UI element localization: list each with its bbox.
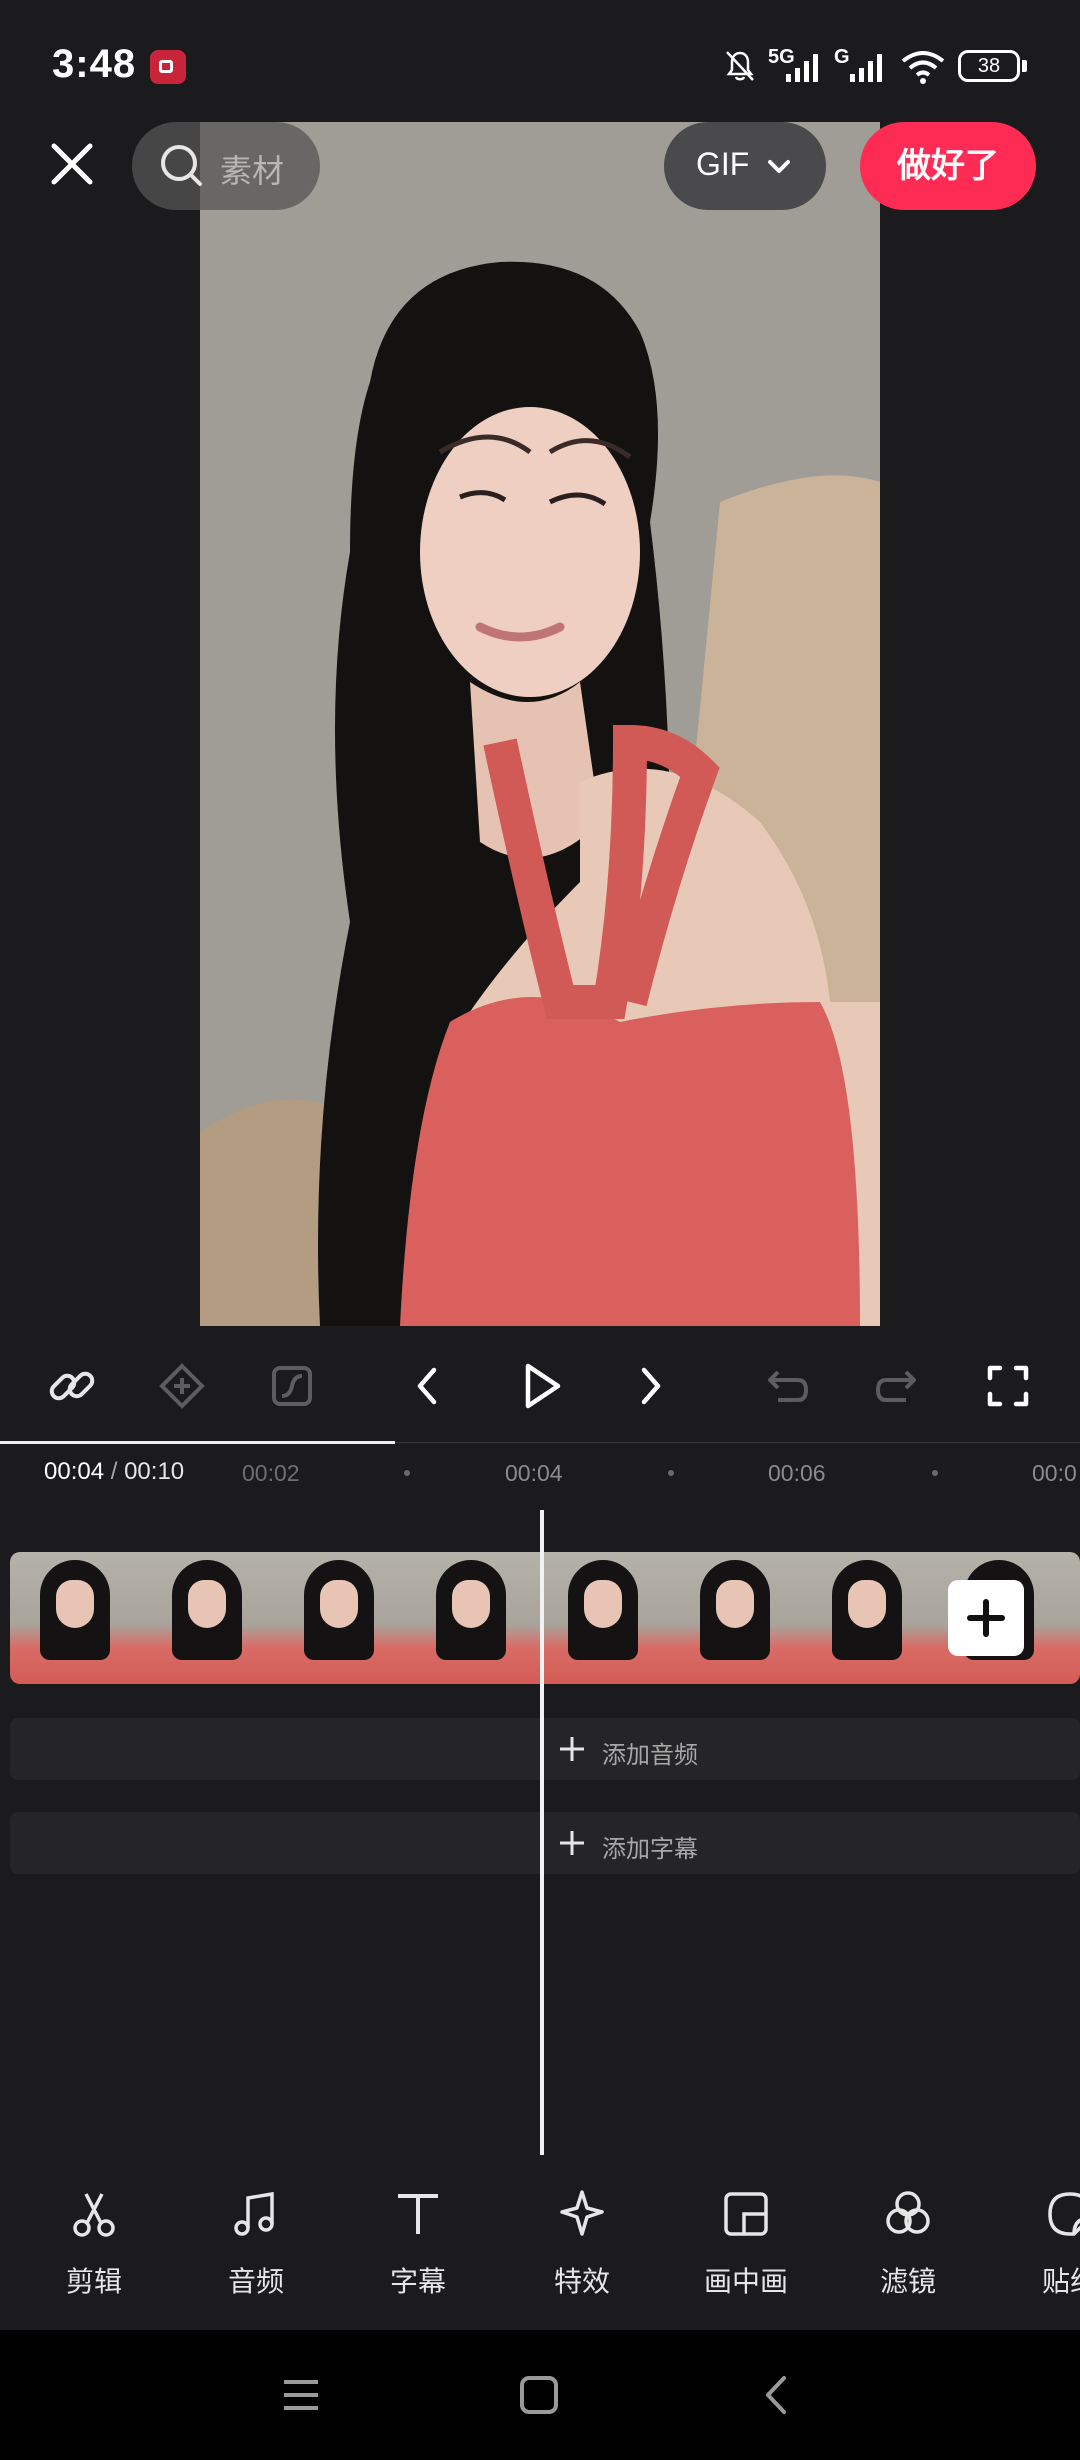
ruler-tick-label: 00:04 xyxy=(505,1460,563,1486)
tool-label: 画中画 xyxy=(703,2266,788,2297)
tool-label: 特效 xyxy=(553,2266,610,2297)
ruler-dot xyxy=(932,1470,938,1476)
done-button-label: 做好了 xyxy=(897,147,999,185)
add-caption-label: 添加字幕 xyxy=(602,1836,698,1863)
link-icon[interactable] xyxy=(44,1358,100,1414)
plus-icon xyxy=(560,1831,584,1855)
next-frame-icon[interactable] xyxy=(622,1358,678,1414)
system-nav-bar xyxy=(0,2330,1080,2460)
signal-strength-icon xyxy=(786,54,818,82)
fullscreen-icon[interactable] xyxy=(980,1358,1036,1414)
mute-bell-icon xyxy=(726,51,754,81)
tool-label: 字幕 xyxy=(389,2266,446,2297)
clip-thumbnail xyxy=(142,1552,274,1684)
sparkle-icon xyxy=(560,2190,604,2236)
video-preview[interactable] xyxy=(200,122,880,1326)
current-time: 00:04 xyxy=(44,1458,105,1485)
menu-icon[interactable] xyxy=(276,2370,326,2420)
clip-thumbnail xyxy=(802,1552,934,1684)
clip-thumbnail xyxy=(1066,1552,1080,1684)
signal-strength-icon-2 xyxy=(850,54,882,82)
curve-speed-icon[interactable] xyxy=(264,1358,320,1414)
export-format-label: GIF xyxy=(696,146,750,182)
tool-audio[interactable]: 音频 xyxy=(186,2188,326,2308)
video-frame-illustration xyxy=(200,122,880,1326)
ruler-tick-label: 00:06 xyxy=(768,1460,826,1486)
clip-thumbnail xyxy=(10,1552,142,1684)
sticker-icon xyxy=(1048,2192,1080,2236)
clip-thumbnail xyxy=(406,1552,538,1684)
video-clip-track[interactable] xyxy=(10,1552,1080,1684)
screen-record-icon xyxy=(150,50,186,84)
done-button[interactable]: 做好了 xyxy=(860,122,1036,210)
time-separator: / xyxy=(110,1458,118,1485)
clip-thumbnail xyxy=(274,1552,406,1684)
total-time: 00:10 xyxy=(124,1458,185,1485)
chevron-down-icon xyxy=(768,160,790,173)
ruler-dot xyxy=(668,1470,674,1476)
battery-tip xyxy=(1022,60,1027,72)
tool-label: 剪辑 xyxy=(65,2266,122,2297)
back-icon[interactable] xyxy=(752,2370,802,2420)
add-audio-label: 添加音频 xyxy=(602,1742,698,1769)
play-button[interactable] xyxy=(512,1358,568,1414)
tool-label: 滤镜 xyxy=(879,2266,936,2297)
tool-filter[interactable]: 滤镜 xyxy=(838,2188,978,2308)
ruler-tick-label: 00:0 xyxy=(1032,1460,1077,1486)
wifi-icon xyxy=(901,51,945,84)
tool-label: 音频 xyxy=(227,2266,284,2297)
home-icon[interactable] xyxy=(514,2370,564,2420)
clip-thumbnail xyxy=(538,1552,670,1684)
undo-icon[interactable] xyxy=(758,1358,814,1414)
filter-circles-icon xyxy=(886,2191,930,2234)
ruler-tick-label: 00:02 xyxy=(242,1460,300,1486)
add-clip-button[interactable] xyxy=(948,1580,1024,1656)
add-caption-track[interactable]: 添加字幕 xyxy=(10,1812,1080,1874)
plus-icon xyxy=(560,1737,584,1761)
battery-level: 38 xyxy=(977,55,1001,77)
clip-thumbnail xyxy=(670,1552,802,1684)
battery-icon: 38 xyxy=(958,50,1020,82)
search-icon xyxy=(161,145,202,186)
time-display: 00:04 / 00:10 xyxy=(44,1458,184,1486)
keyframe-add-icon[interactable] xyxy=(154,1358,210,1414)
tool-caption[interactable]: 字幕 xyxy=(348,2188,488,2308)
ruler-dot xyxy=(404,1470,410,1476)
playback-progress-track xyxy=(395,1442,1080,1443)
scissors-icon xyxy=(73,2193,115,2237)
previous-frame-icon[interactable] xyxy=(400,1358,456,1414)
text-icon xyxy=(398,2194,438,2234)
close-button[interactable] xyxy=(44,136,100,192)
playhead[interactable] xyxy=(540,1510,544,2155)
playback-progress[interactable] xyxy=(0,1441,395,1444)
picture-in-picture-icon xyxy=(724,2192,768,2236)
plus-icon xyxy=(967,1599,1005,1637)
tool-edit[interactable]: 剪辑 xyxy=(24,2188,164,2308)
music-note-icon xyxy=(234,2191,274,2236)
status-time: 3:48 xyxy=(52,42,137,86)
tool-pip[interactable]: 画中画 xyxy=(676,2188,816,2308)
tool-sticker[interactable]: 贴纸 xyxy=(1000,2188,1080,2308)
add-audio-track[interactable]: 添加音频 xyxy=(10,1718,1080,1780)
redo-icon[interactable] xyxy=(870,1358,926,1414)
search-placeholder: 素材 xyxy=(220,153,285,189)
tool-label: 贴纸 xyxy=(1041,2266,1080,2297)
tool-effects[interactable]: 特效 xyxy=(512,2188,652,2308)
